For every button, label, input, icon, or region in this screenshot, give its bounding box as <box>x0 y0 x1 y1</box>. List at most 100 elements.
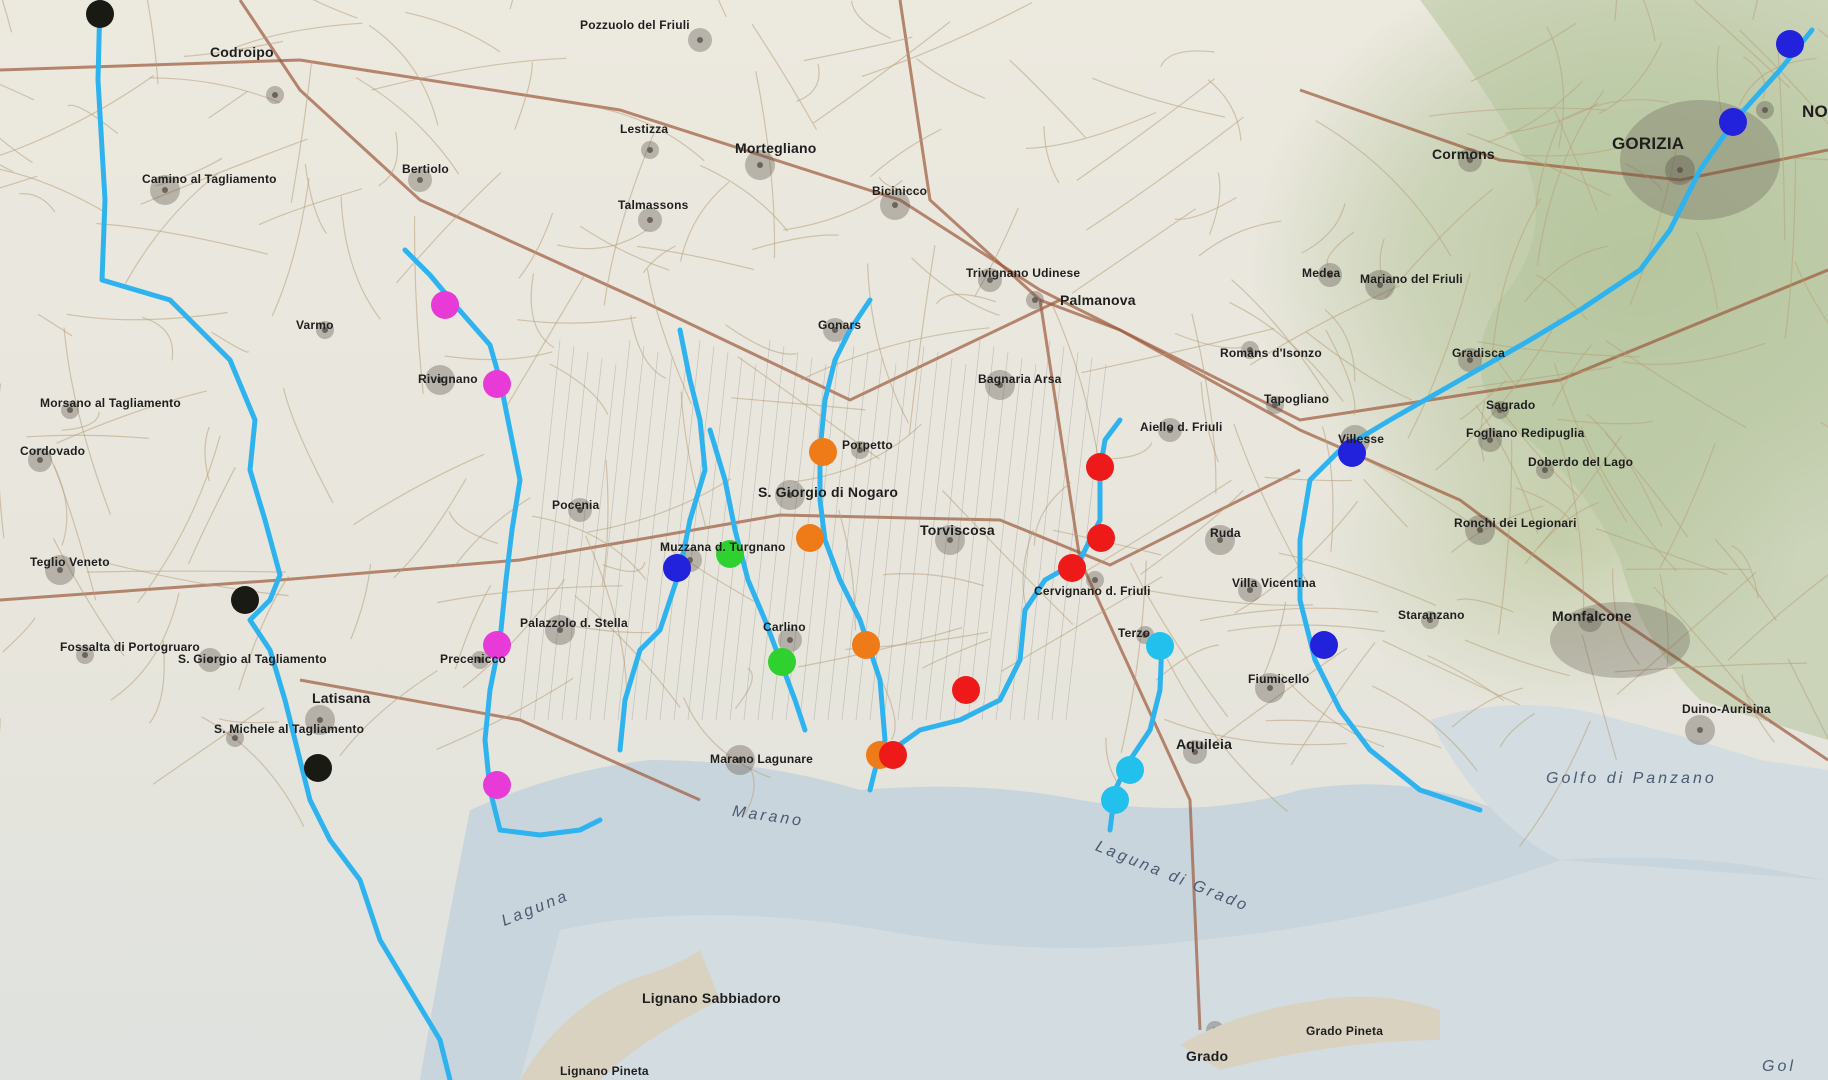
minor-road <box>146 0 159 85</box>
minor-road <box>1382 640 1521 706</box>
gauge-marker-turgnano[interactable] <box>663 554 691 582</box>
town-label-doberdo: Doberdo del Lago <box>1528 455 1634 469</box>
minor-road <box>283 387 334 503</box>
gauge-marker-isonzo[interactable] <box>1310 631 1338 659</box>
minor-road <box>0 83 35 101</box>
settlement-center <box>1762 107 1768 113</box>
settlement-center <box>892 202 898 208</box>
minor-road <box>1325 329 1356 416</box>
gauge-marker-natissa[interactable] <box>1116 756 1144 784</box>
minor-road <box>86 570 286 573</box>
gauge-marker-natissa[interactable] <box>1101 786 1129 814</box>
town-label-marano: Marano Lagunare <box>710 752 814 766</box>
town-label-cervignano: Cervignano d. Friuli <box>1034 584 1151 598</box>
town-label-teglio: Teglio Veneto <box>30 555 110 569</box>
minor-road <box>187 466 236 565</box>
gauge-marker-stella[interactable] <box>431 291 459 319</box>
gauge-marker-zellina[interactable] <box>768 648 796 676</box>
gauge-marker-ausa[interactable] <box>1087 524 1115 552</box>
gauge-marker-natissa[interactable] <box>1146 632 1174 660</box>
town-label-medea: Medea <box>1302 266 1341 280</box>
town-label-trivignano: Trivignano Udinese <box>966 266 1081 280</box>
gauge-marker-isonzo[interactable] <box>1719 108 1747 136</box>
minor-road <box>1305 331 1413 401</box>
minor-road <box>1198 220 1282 257</box>
town-label-monfalcone: Monfalcone <box>1552 608 1632 624</box>
town-label-talmassons: Talmassons <box>618 198 689 212</box>
gauge-marker-ausa[interactable] <box>879 741 907 769</box>
minor-road <box>861 1 1033 78</box>
river-stella <box>402 247 603 838</box>
town-label-latisana: Latisana <box>312 690 371 706</box>
town-label-rivignano: Rivignano <box>418 372 478 386</box>
minor-road <box>549 363 609 415</box>
minor-road <box>1141 588 1314 606</box>
gauge-marker-corno[interactable] <box>852 631 880 659</box>
town-label-aquileia: Aquileia <box>1176 736 1233 752</box>
gauge-marker-ausa[interactable] <box>1058 554 1086 582</box>
town-label-ruda: Ruda <box>1210 526 1241 540</box>
town-label-smichele: S. Michele al Tagliamento <box>214 722 365 736</box>
town-label-grado: Grado <box>1186 1048 1229 1064</box>
minor-road <box>1086 116 1244 231</box>
minor-road <box>1092 77 1226 118</box>
minor-road <box>803 36 913 62</box>
gauge-marker-tagliamento[interactable] <box>304 754 332 782</box>
town-label-villa-vicentina: Villa Vicentina <box>1232 576 1316 590</box>
minor-road <box>63 327 112 515</box>
minor-road <box>0 168 108 214</box>
settlement-center <box>1092 577 1098 583</box>
minor-road <box>208 90 248 119</box>
town-label-ronchi: Ronchi dei Legionari <box>1454 516 1577 530</box>
town-label-lignano: Lignano Sabbiadoro <box>642 990 781 1006</box>
minor-road <box>1111 442 1153 460</box>
settlement-center <box>1032 297 1038 303</box>
gauge-marker-tagliamento[interactable] <box>86 0 114 28</box>
gauge-marker-corno[interactable] <box>796 524 824 552</box>
map-canvas[interactable]: Codroipo Pozzuolo del Friuli Mortegliano… <box>0 0 1828 1080</box>
settlement-center <box>697 37 703 43</box>
settlement-center <box>1697 727 1703 733</box>
town-label-cordovado: Cordovado <box>20 444 86 458</box>
minor-road <box>141 316 174 361</box>
river-corno <box>817 297 888 793</box>
gauge-marker-tagliamento[interactable] <box>231 586 259 614</box>
town-label-lignano-pineta: Lignano Pineta <box>560 1064 649 1078</box>
town-label-grado-pineta: Grado Pineta <box>1306 1024 1384 1038</box>
gauge-marker-corno[interactable] <box>809 438 837 466</box>
town-label-pozzuolo: Pozzuolo del Friuli <box>580 18 690 32</box>
gauge-marker-stella[interactable] <box>483 771 511 799</box>
minor-road <box>679 181 730 262</box>
minor-road <box>1199 607 1379 622</box>
gauge-marker-ausa[interactable] <box>952 676 980 704</box>
minor-road <box>53 464 68 546</box>
minor-road <box>453 497 531 568</box>
settlement-center <box>757 162 763 168</box>
minor-road <box>1315 120 1452 257</box>
minor-road <box>339 670 438 757</box>
town-label-camino: Camino al Tagliamento <box>142 172 277 186</box>
minor-road <box>735 667 753 709</box>
gauge-marker-ausa[interactable] <box>1086 453 1114 481</box>
town-label-villesse: Villesse <box>1338 432 1385 446</box>
minor-road <box>1457 598 1514 613</box>
minor-road <box>1160 50 1215 67</box>
minor-road <box>869 128 942 178</box>
minor-road <box>916 58 986 99</box>
minor-road <box>1261 601 1287 680</box>
minor-road <box>1290 642 1376 766</box>
town-label-precenicco: Precenicco <box>440 652 507 666</box>
minor-road <box>812 21 951 124</box>
gauge-marker-isonzo[interactable] <box>1776 30 1804 58</box>
town-label-nova: NOV <box>1802 102 1828 121</box>
town-label-fogliano: Fogliano Redipuglia <box>1466 426 1585 440</box>
settlement-center <box>647 217 653 223</box>
minor-road <box>312 0 358 19</box>
gauge-marker-stella[interactable] <box>483 370 511 398</box>
sea-label-golfo: Golfo di Panzano <box>1546 770 1717 787</box>
minor-road <box>304 163 327 234</box>
minor-road <box>0 74 155 157</box>
town-label-fiumicello: Fiumicello <box>1248 672 1310 686</box>
minor-road <box>602 561 646 572</box>
minor-road <box>1076 78 1216 181</box>
